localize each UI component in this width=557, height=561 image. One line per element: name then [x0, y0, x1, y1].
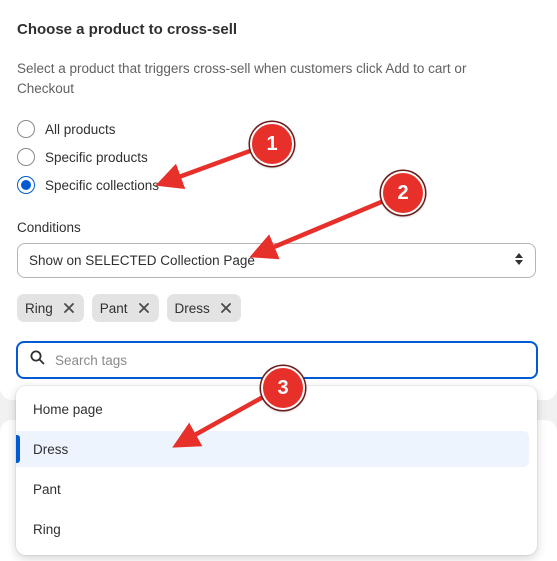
- radio-button-checked[interactable]: [17, 176, 35, 194]
- dropdown-item-label: Home page: [33, 401, 103, 417]
- section-title: Choose a product to cross-sell: [17, 21, 238, 38]
- dropdown-item-label: Pant: [33, 481, 61, 497]
- selected-tags: Ring Pant Dress: [17, 294, 241, 322]
- remove-tag-icon[interactable]: [137, 301, 151, 315]
- dropdown-item-label: Ring: [33, 521, 61, 537]
- radio-specific-collections[interactable]: Specific collections: [17, 174, 159, 196]
- tag-label: Dress: [174, 300, 210, 316]
- conditions-label: Conditions: [17, 220, 81, 235]
- tag-ring: Ring: [17, 294, 84, 322]
- tag-pant: Pant: [91, 294, 159, 322]
- remove-tag-icon[interactable]: [62, 301, 76, 315]
- conditions-select-value: Show on SELECTED Collection Page: [29, 253, 255, 268]
- select-arrows-icon: [515, 253, 523, 265]
- radio-all-products[interactable]: All products: [17, 118, 116, 140]
- cross-sell-card: Choose a product to cross-sell Select a …: [0, 0, 557, 400]
- dropdown-item-pant[interactable]: Pant: [16, 471, 529, 507]
- tag-label: Ring: [25, 300, 53, 316]
- remove-tag-icon[interactable]: [219, 301, 233, 315]
- radio-label: Specific collections: [45, 177, 160, 193]
- annotation-badge-1: 1: [250, 122, 294, 166]
- radio-label: All products: [45, 121, 116, 137]
- radio-dot: [21, 180, 31, 190]
- dropdown-item-ring[interactable]: Ring: [16, 511, 529, 547]
- annotation-badge-2: 2: [381, 171, 425, 215]
- radio-label: Specific products: [45, 149, 148, 165]
- tag-dress: Dress: [166, 294, 241, 322]
- dropdown-item-label: Dress: [33, 441, 69, 457]
- radio-button[interactable]: [17, 120, 35, 138]
- dropdown-item-dress[interactable]: Dress: [16, 431, 529, 467]
- section-description: Select a product that triggers cross-sel…: [17, 61, 467, 96]
- radio-button[interactable]: [17, 148, 35, 166]
- radio-specific-products[interactable]: Specific products: [17, 146, 148, 168]
- search-tags-input[interactable]: [55, 352, 495, 368]
- active-indicator: [16, 435, 20, 463]
- annotation-badge-3: 3: [261, 366, 305, 410]
- search-icon: [30, 350, 45, 370]
- tags-dropdown: Home page Dress Pant Ring: [16, 386, 537, 555]
- tag-label: Pant: [99, 300, 128, 316]
- conditions-select[interactable]: Show on SELECTED Collection Page: [17, 243, 536, 278]
